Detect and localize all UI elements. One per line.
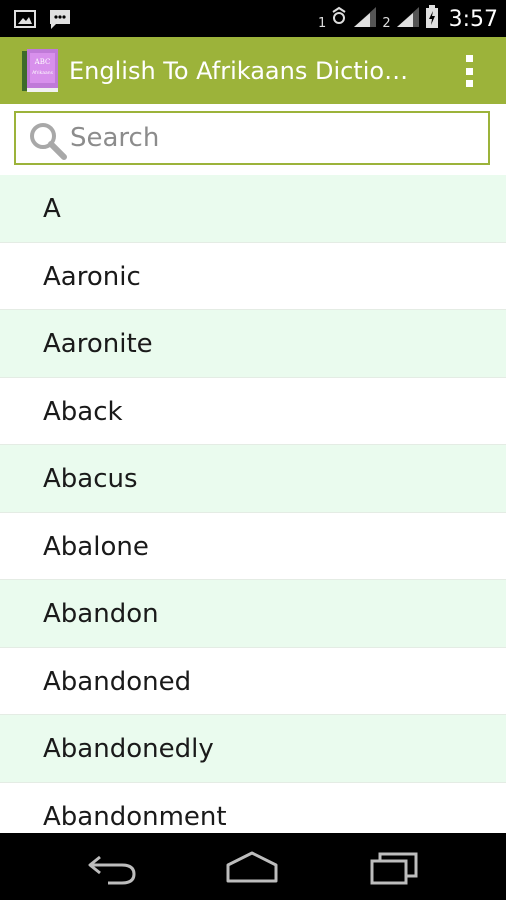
clock: 3:57 — [448, 6, 498, 32]
search-box[interactable] — [14, 111, 490, 165]
recent-apps-icon[interactable] — [364, 847, 424, 887]
action-bar: ABC Afrikaans English To Afrikaans Dicti… — [0, 37, 506, 104]
list-item[interactable]: Abandon — [0, 580, 506, 648]
word-list: A Aaronic Aaronite Aback Abacus Abalone … — [0, 175, 506, 833]
list-item[interactable]: Aaronic — [0, 243, 506, 310]
list-item-label: A — [43, 194, 61, 224]
app-title: English To Afrikaans Diction… — [69, 57, 419, 85]
data-sync-icon — [330, 6, 348, 32]
signal-icon — [352, 5, 378, 33]
sim1-label: 1 — [318, 15, 327, 31]
search-icon — [28, 121, 68, 161]
search-input[interactable] — [70, 119, 470, 157]
list-item-label: Abandon — [43, 599, 159, 629]
list-item-label: Abalone — [43, 531, 149, 562]
list-item-label: Aaronite — [43, 329, 153, 359]
app-icon[interactable]: ABC Afrikaans — [22, 49, 60, 93]
list-item[interactable]: Abalone — [0, 513, 506, 580]
app-icon-label-top: ABC — [34, 58, 51, 66]
overflow-menu-icon[interactable] — [462, 55, 476, 87]
list-item-label: Abandoned — [43, 666, 192, 697]
list-item[interactable]: Aback — [0, 378, 506, 445]
signal-icon — [395, 5, 421, 33]
list-item[interactable]: Abacus — [0, 445, 506, 513]
system-status: 1 2 3:57 — [318, 3, 498, 35]
list-item[interactable]: Abandoned — [0, 648, 506, 715]
list-item-label: Abandonment — [43, 801, 227, 832]
message-icon — [48, 8, 72, 34]
battery-icon — [425, 5, 439, 33]
back-icon[interactable] — [84, 847, 144, 887]
list-item-label: Abandonedly — [43, 734, 214, 764]
image-icon — [14, 9, 36, 33]
list-item[interactable]: Abandonment — [0, 783, 506, 834]
sim2-label: 2 — [382, 15, 391, 31]
notification-icons — [14, 8, 72, 34]
screen: 1 2 3:57 ABC Afrikaans English To Afrika… — [0, 0, 506, 900]
list-item[interactable]: Abandonedly — [0, 715, 506, 783]
status-bar: 1 2 3:57 — [0, 0, 506, 37]
app-icon-label-bottom: Afrikaans — [32, 70, 53, 76]
list-item-label: Aback — [43, 396, 123, 427]
list-item[interactable]: A — [0, 175, 506, 243]
list-item-label: Aaronic — [43, 261, 141, 292]
home-icon[interactable] — [222, 847, 282, 887]
list-item[interactable]: Aaronite — [0, 310, 506, 378]
navigation-bar — [0, 833, 506, 900]
list-item-label: Abacus — [43, 464, 138, 494]
